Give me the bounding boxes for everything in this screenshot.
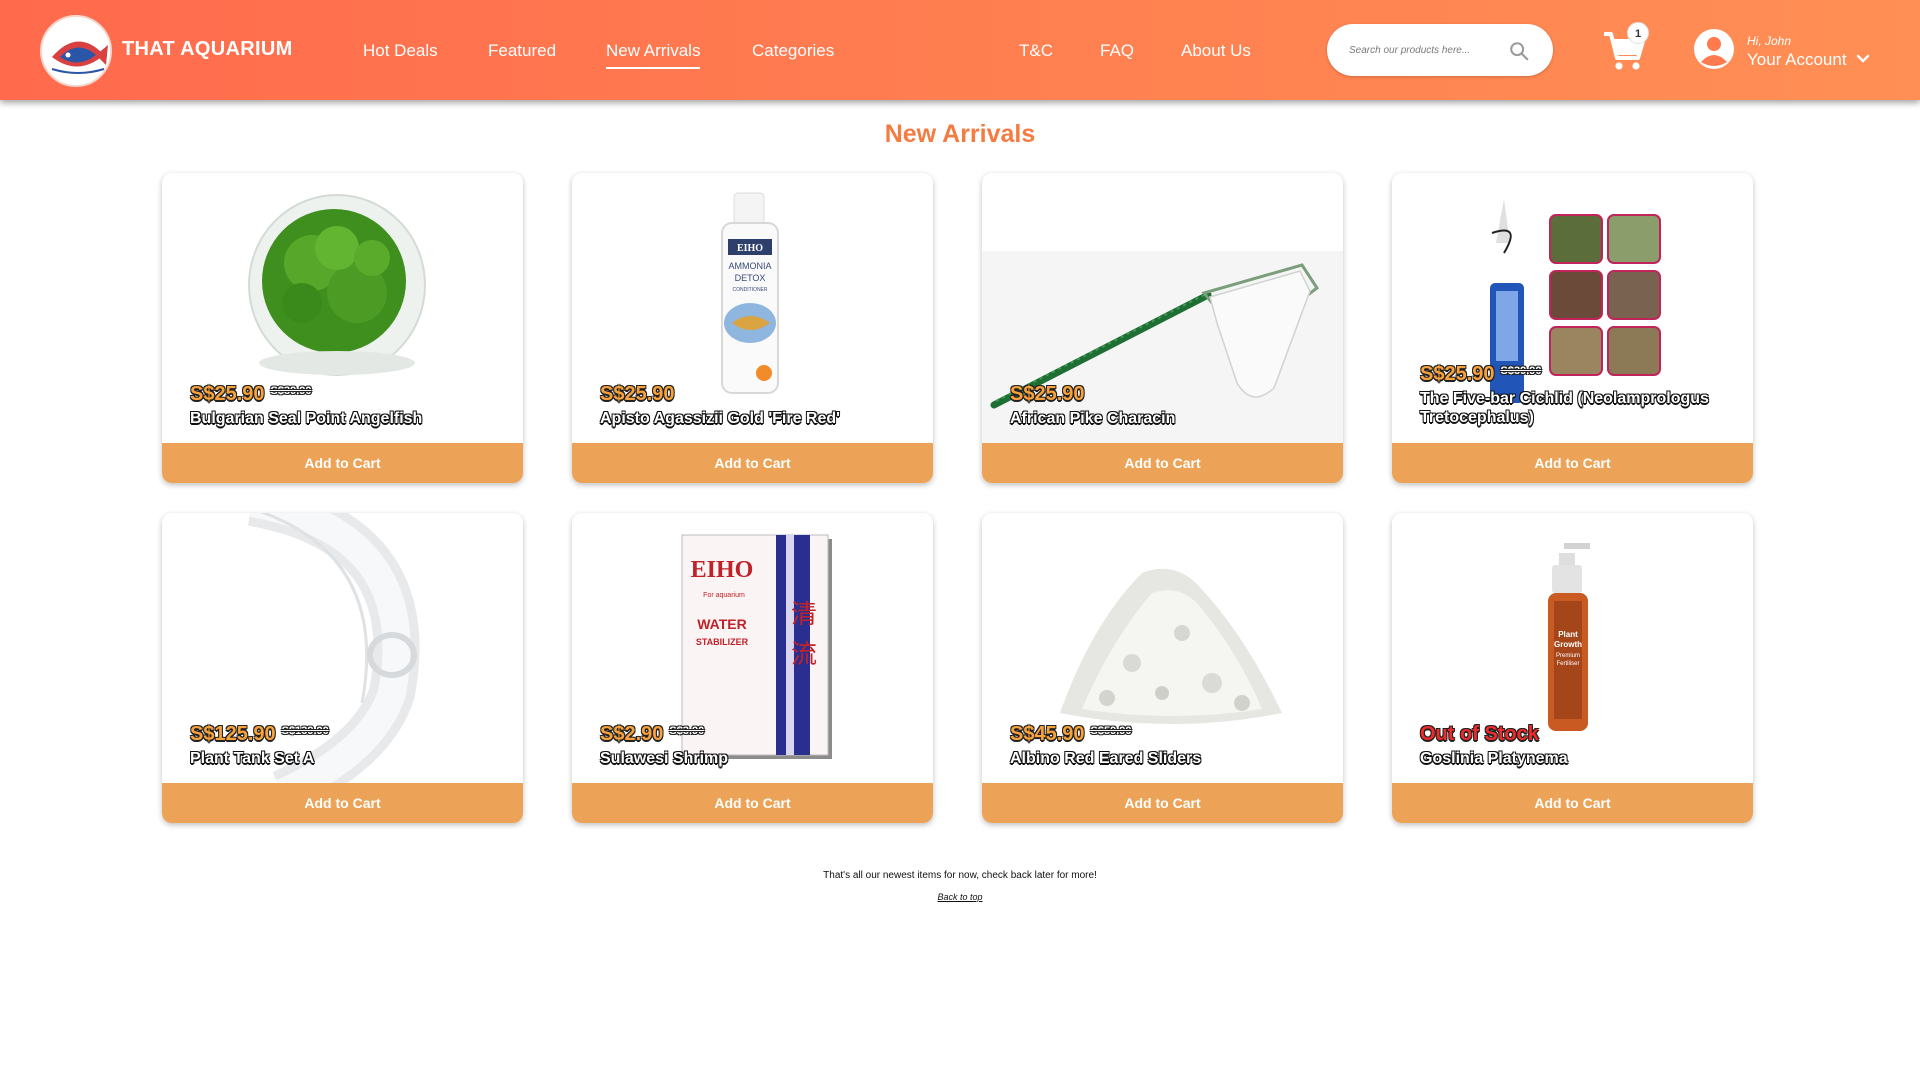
box-brand-text: EIHO bbox=[691, 557, 754, 583]
current-price: S$45.90 bbox=[1010, 723, 1085, 745]
product-price: S$2.90 S$3.90 bbox=[600, 723, 704, 746]
box-line-1: WATER bbox=[697, 616, 747, 632]
box-sub-text: For aquarium bbox=[703, 592, 745, 599]
top-header: THAT AQUARIUM Hot Deals Featured New Arr… bbox=[0, 0, 1920, 100]
original-price: S$59.90 bbox=[1090, 725, 1132, 737]
bottle-label-1: Plant bbox=[1558, 630, 1578, 639]
add-to-cart-button[interactable]: Add to Cart bbox=[162, 443, 523, 483]
product-name[interactable]: Goslinia Platynema bbox=[1420, 749, 1740, 768]
bottle-line-1: AMMONIA bbox=[728, 261, 771, 271]
chevron-down-icon[interactable] bbox=[1856, 54, 1870, 64]
product-price: S$25.90 bbox=[600, 383, 681, 406]
nav-categories[interactable]: Categories bbox=[752, 41, 834, 61]
account-menu[interactable]: Your Account bbox=[1747, 50, 1847, 70]
product-card[interactable]: EIHO For aquarium WATER STABILIZER 清 流 S… bbox=[572, 513, 933, 823]
search-icon[interactable] bbox=[1508, 40, 1530, 62]
brand-name[interactable]: THAT AQUARIUM bbox=[122, 38, 293, 61]
product-price: Out of Stock bbox=[1420, 723, 1545, 746]
nav-terms[interactable]: T&C bbox=[1019, 41, 1053, 61]
add-to-cart-button[interactable]: Add to Cart bbox=[162, 783, 523, 823]
svg-text:流: 流 bbox=[791, 640, 817, 670]
product-name[interactable]: Albino Red Eared Sliders bbox=[1010, 749, 1330, 768]
original-price: S$39.90 bbox=[1500, 365, 1542, 377]
account-greeting: Hi, John bbox=[1747, 34, 1792, 48]
brand-logo[interactable] bbox=[40, 15, 112, 87]
bottle-brand-text: EIHO bbox=[737, 243, 763, 254]
add-to-cart-button[interactable]: Add to Cart bbox=[982, 443, 1343, 483]
original-price: S$139.90 bbox=[281, 725, 329, 737]
bottle-label-4: Fertiliser bbox=[1556, 661, 1579, 667]
original-price: S$39.90 bbox=[270, 385, 312, 397]
original-price: S$3.90 bbox=[669, 725, 705, 737]
user-avatar-icon[interactable] bbox=[1693, 28, 1735, 70]
product-price: S$125.90 S$139.90 bbox=[190, 723, 329, 746]
add-to-cart-button[interactable]: Add to Cart bbox=[572, 783, 933, 823]
bottle-line-2: DETOX bbox=[735, 273, 766, 283]
product-name[interactable]: The Five-bar Cichlid (Neolamprologus Tre… bbox=[1420, 389, 1740, 427]
product-price: S$25.90 S$39.90 bbox=[190, 383, 312, 406]
current-price: S$125.90 bbox=[190, 723, 276, 745]
product-card[interactable]: S$125.90 S$139.90 Plant Tank Set A Add to… bbox=[162, 513, 523, 823]
bottle-label-3: Premium bbox=[1556, 653, 1580, 659]
product-name[interactable]: Sulawesi Shrimp bbox=[600, 749, 920, 768]
add-to-cart-button[interactable]: Add to Cart bbox=[572, 443, 933, 483]
nav-featured[interactable]: Featured bbox=[488, 41, 556, 61]
search-input[interactable] bbox=[1349, 40, 1499, 60]
current-price: S$25.90 bbox=[1420, 363, 1495, 385]
page-title: New Arrivals bbox=[884, 120, 1036, 148]
add-to-cart-button[interactable]: Add to Cart bbox=[1392, 443, 1753, 483]
current-price: S$25.90 bbox=[600, 383, 675, 405]
nav-hot-deals[interactable]: Hot Deals bbox=[363, 41, 438, 61]
bottle-label-2: Growth bbox=[1554, 640, 1582, 649]
bottle-line-3: CONDITIONER bbox=[733, 287, 768, 293]
angelfish-logo-icon bbox=[44, 19, 110, 85]
back-to-top-link[interactable]: Back to top bbox=[0, 892, 1920, 902]
add-to-cart-button[interactable]: Add to Cart bbox=[982, 783, 1343, 823]
add-to-cart-button[interactable]: Add to Cart bbox=[1392, 783, 1753, 823]
end-of-list-message: That's all our newest items for now, che… bbox=[823, 870, 1097, 881]
product-card[interactable]: S$25.90 S$39.90 The Five-bar Cichlid (Neo… bbox=[1392, 173, 1753, 483]
product-name[interactable]: Plant Tank Set A bbox=[190, 749, 510, 768]
box-line-2: STABILIZER bbox=[696, 637, 749, 647]
product-card[interactable]: S$25.90 S$39.90 Bulgarian Seal Point Ange… bbox=[162, 173, 523, 483]
nav-about-us[interactable]: About Us bbox=[1181, 41, 1251, 61]
product-price: S$25.90 S$39.90 bbox=[1420, 363, 1542, 386]
product-card[interactable]: Plant Growth Premium Fertiliser Out of S… bbox=[1392, 513, 1753, 823]
product-card[interactable]: S$45.90 S$59.90 Albino Red Eared Sliders … bbox=[982, 513, 1343, 823]
product-name[interactable]: African Pike Characin bbox=[1010, 409, 1330, 428]
nav-new-arrivals[interactable]: New Arrivals bbox=[606, 41, 701, 69]
product-price: S$25.90 bbox=[1010, 383, 1091, 406]
svg-text:清: 清 bbox=[791, 600, 817, 630]
current-price: S$25.90 bbox=[1010, 383, 1085, 405]
product-name[interactable]: Bulgarian Seal Point Angelfish bbox=[190, 409, 510, 428]
product-card[interactable]: EIHO AMMONIA DETOX CONDITIONER S$25.90 A… bbox=[572, 173, 933, 483]
product-card[interactable]: S$25.90 African Pike Characin Add to Car… bbox=[982, 173, 1343, 483]
current-price: S$2.90 bbox=[600, 723, 664, 745]
stock-status: Out of Stock bbox=[1420, 723, 1539, 745]
nav-faq[interactable]: FAQ bbox=[1100, 41, 1134, 61]
product-name[interactable]: Apisto Agassizii Gold 'Fire Red' bbox=[600, 409, 920, 428]
product-price: S$45.90 S$59.90 bbox=[1010, 723, 1132, 746]
current-price: S$25.90 bbox=[190, 383, 265, 405]
cart-count-badge[interactable]: 1 bbox=[1627, 22, 1649, 44]
